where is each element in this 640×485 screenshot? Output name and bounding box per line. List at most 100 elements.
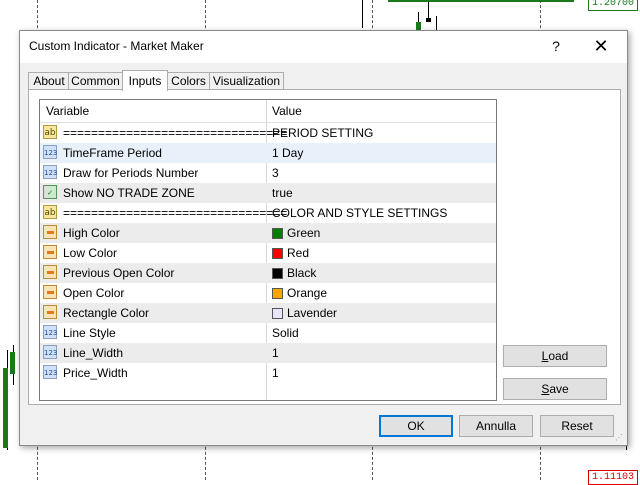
chart-candle [416,22,421,30]
row-value[interactable]: Green [272,226,320,240]
row-variable: Show NO TRADE ZONE [63,186,195,200]
load-button-label: oad [548,349,569,363]
row-value-text: 1 [272,346,279,360]
inputs-panel: Variable Value ab =======================… [28,89,621,405]
row-value[interactable]: Lavender [272,306,337,320]
color-type-icon [43,265,57,279]
price-label-bottom: 1.11103 [587,470,638,485]
row-value[interactable]: Solid [272,326,299,340]
row-variable: Open Color [63,286,125,300]
row-value[interactable]: COLOR AND STYLE SETTINGS [272,206,447,220]
cancel-button[interactable]: Annulla [459,415,533,437]
table-row[interactable]: ab ================================ PERIOD… [40,123,496,143]
integer-type-icon: 123 [43,165,57,179]
table-row[interactable]: ✓ Show NO TRADE ZONE true [40,183,496,203]
help-button[interactable]: ? [548,37,564,55]
reset-button[interactable]: Reset [540,415,614,437]
table-row[interactable]: 123 TimeFrame Period 1 Day [40,143,496,163]
color-swatch [272,248,283,259]
load-button[interactable]: Load [503,345,607,367]
chart-candle-wick [436,16,437,30]
column-header-variable[interactable]: Variable [46,104,89,118]
dialog-title: Custom Indicator - Market Maker [29,39,204,53]
row-value-text: 1 Day [272,146,304,160]
row-value-text: Red [287,246,310,260]
color-swatch [272,268,283,279]
row-value[interactable]: 1 [272,346,279,360]
row-value[interactable]: Red [272,246,309,260]
grid-header: Variable Value [40,100,496,123]
row-value[interactable]: 1 Day [272,146,303,160]
save-button[interactable]: Save [503,378,607,400]
tab-about[interactable]: About [28,72,70,90]
table-row[interactable]: 123 Price_Width 1 [40,363,496,383]
color-swatch [272,308,283,319]
row-variable: Line Style [63,326,116,340]
chart-candle [426,18,431,22]
row-value-text: Lavender [287,306,338,320]
column-header-value[interactable]: Value [272,104,302,118]
table-row[interactable]: 123 Draw for Periods Number 3 [40,163,496,183]
price-label-top: 1.20700 [587,0,638,11]
row-value-text: true [272,186,293,200]
table-row[interactable]: Open Color Orange [40,283,496,303]
table-row[interactable]: ab ================================ COLOR … [40,203,496,223]
row-value-text: 3 [272,166,279,180]
integer-type-icon: 123 [43,325,57,339]
dialog-titlebar[interactable]: Custom Indicator - Market Maker ? ✕ [20,31,627,63]
color-swatch [272,228,283,239]
row-value-text: Solid [272,326,299,340]
row-value-text: COLOR AND STYLE SETTINGS [272,206,448,220]
color-type-icon [43,225,57,239]
table-row[interactable]: 123 Line Style Solid [40,323,496,343]
row-value-text: Orange [287,286,328,300]
tab-colors[interactable]: Colors [166,72,211,90]
row-value[interactable]: 3 [272,166,279,180]
table-row[interactable]: 123 Line_Width 1 [40,343,496,363]
ok-button[interactable]: OK [379,415,453,437]
row-variable: Price_Width [63,366,128,380]
row-value[interactable]: true [272,186,293,200]
chart-high-line [388,0,574,2]
save-button-label: ave [549,382,569,396]
row-value[interactable]: Black [272,266,316,280]
chart-candle-wick [362,0,363,28]
row-value-text: PERIOD SETTING [272,126,374,140]
color-type-icon [43,245,57,259]
row-variable: ================================ [63,126,288,140]
row-variable: High Color [63,226,120,240]
row-variable: ================================ [63,206,288,220]
chart-candle [3,368,8,448]
color-swatch [272,288,283,299]
integer-type-icon: 123 [43,345,57,359]
integer-type-icon: 123 [43,145,57,159]
tab-inputs[interactable]: Inputs [122,70,168,91]
row-value[interactable]: PERIOD SETTING [272,126,373,140]
row-value[interactable]: Orange [272,286,327,300]
table-row[interactable]: Low Color Red [40,243,496,263]
resize-grip-icon[interactable]: ⋰ [615,433,625,443]
row-variable: Rectangle Color [63,306,150,320]
boolean-type-icon: ✓ [43,185,57,199]
row-variable: TimeFrame Period [63,146,162,160]
row-value-text: Green [287,226,321,240]
integer-type-icon: 123 [43,365,57,379]
row-variable: Draw for Periods Number [63,166,199,180]
close-button[interactable]: ✕ [591,36,611,56]
string-type-icon: ab [43,205,57,219]
table-row[interactable]: High Color Green [40,223,496,243]
chart-candle [10,352,15,374]
color-type-icon [43,285,57,299]
tab-common[interactable]: Common [68,72,123,90]
string-type-icon: ab [43,125,57,139]
row-value-text: Black [287,266,317,280]
row-variable: Low Color [63,246,118,260]
custom-indicator-dialog: Custom Indicator - Market Maker ? ✕ Abou… [19,30,628,446]
row-variable: Line_Width [63,346,124,360]
row-value[interactable]: 1 [272,366,279,380]
color-type-icon [43,305,57,319]
tab-visualization[interactable]: Visualization [209,72,284,90]
table-row[interactable]: Rectangle Color Lavender [40,303,496,323]
inputs-grid: Variable Value ab =======================… [39,99,497,401]
table-row[interactable]: Previous Open Color Black [40,263,496,283]
